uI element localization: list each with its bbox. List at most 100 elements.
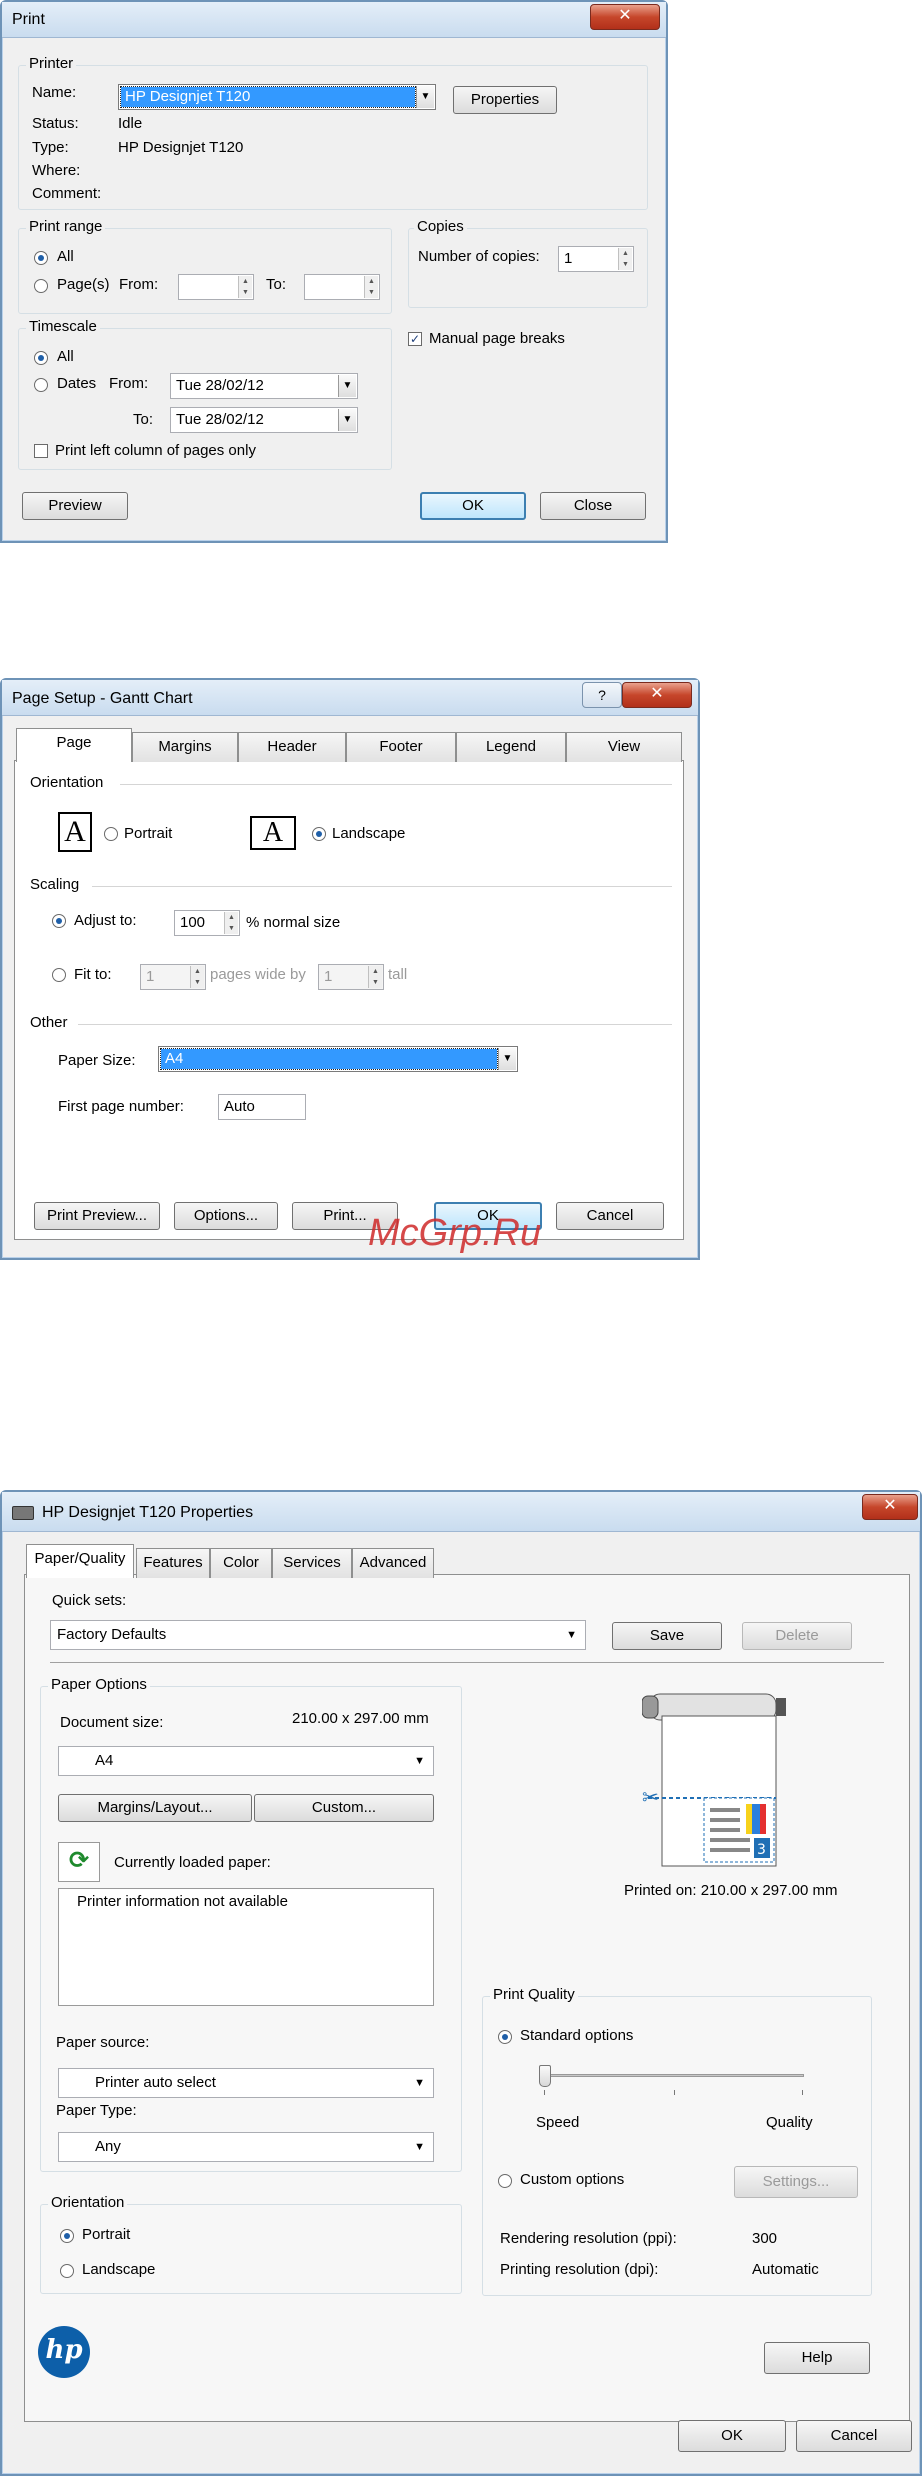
range-to-input[interactable]: ▲ ▼ [304, 274, 380, 300]
tab-page[interactable]: Page [16, 728, 132, 762]
settings-button[interactable]: Settings... [734, 2166, 858, 2198]
tall-label: tall [388, 966, 408, 983]
quick-sets-label: Quick sets: [52, 1592, 127, 1609]
timescale-dates-radio[interactable] [34, 378, 48, 392]
fit-to-label: Fit to: [74, 966, 112, 983]
chevron-down-icon[interactable]: ▼ [416, 86, 434, 108]
properties-close-button[interactable]: ✕ [862, 1494, 918, 1520]
properties-button[interactable]: Properties [453, 86, 557, 114]
tab-margins[interactable]: Margins [132, 732, 238, 762]
landscape-icon: A [250, 816, 296, 850]
timescale-dates-label: Dates [57, 375, 97, 392]
range-from-input[interactable]: ▲ ▼ [178, 274, 254, 300]
printer-name-value: HP Designjet T120 [120, 86, 416, 108]
paper-type-select[interactable]: Any ▼ [58, 2132, 434, 2162]
quality-slider-thumb[interactable] [539, 2065, 551, 2087]
spinner-icon[interactable]: ▲ ▼ [224, 912, 238, 934]
paper-size-select[interactable]: A4 ▼ [158, 1046, 518, 1072]
chevron-down-icon: ▼ [414, 1755, 425, 1767]
printer-group-label: Printer [26, 55, 77, 72]
spinner-icon[interactable]: ▲ ▼ [618, 248, 632, 270]
svg-text:3: 3 [757, 1842, 766, 1858]
tab-features[interactable]: Features [136, 1548, 210, 1578]
delete-button[interactable]: Delete [742, 1622, 852, 1650]
help-button[interactable]: Help [764, 2342, 870, 2374]
printer-name-select[interactable]: HP Designjet T120 ▼ [118, 84, 436, 110]
adjust-to-input[interactable]: 100 ▲ ▼ [174, 910, 240, 936]
range-pages-radio[interactable] [34, 279, 48, 293]
page-setup-close-button[interactable]: ✕ [622, 682, 692, 708]
chevron-down-icon[interactable]: ▼ [338, 375, 356, 397]
page-setup-title: Page Setup - Gantt Chart [12, 690, 193, 707]
tab-view[interactable]: View [566, 732, 682, 762]
document-size-select-value: A4 [95, 1752, 114, 1769]
spinner-icon[interactable]: ▲ ▼ [238, 276, 252, 298]
document-size-value: 210.00 x 297.00 mm [292, 1710, 429, 1727]
spinner-icon[interactable]: ▲ ▼ [190, 966, 204, 988]
quick-sets-value: Factory Defaults [57, 1626, 167, 1643]
properties-cancel-button[interactable]: Cancel [796, 2420, 912, 2452]
tab-services[interactable]: Services [272, 1548, 352, 1578]
timescale-to-input[interactable]: Tue 28/02/12 ▼ [170, 407, 358, 433]
properties-titlebar: HP Designjet T120 Properties ✕ [2, 1492, 920, 1532]
landscape-radio[interactable] [312, 827, 326, 841]
chevron-down-icon[interactable]: ▼ [338, 409, 356, 431]
landscape-radio[interactable] [60, 2264, 74, 2278]
paper-source-select[interactable]: Printer auto select ▼ [58, 2068, 434, 2098]
timescale-from-input[interactable]: Tue 28/02/12 ▼ [170, 373, 358, 399]
spinner-icon[interactable]: ▲ ▼ [368, 966, 382, 988]
page-setup-cancel-button[interactable]: Cancel [556, 1202, 664, 1230]
refresh-icon[interactable]: ⟳ [58, 1842, 100, 1882]
status-value: Idle [118, 115, 143, 132]
custom-button[interactable]: Custom... [254, 1794, 434, 1822]
paper-source-value: Printer auto select [95, 2074, 216, 2091]
left-column-checkbox[interactable] [34, 444, 48, 458]
manual-page-breaks-checkbox[interactable]: ✓ [408, 332, 422, 346]
save-button[interactable]: Save [612, 1622, 722, 1650]
tab-legend[interactable]: Legend [456, 732, 566, 762]
wide-input[interactable]: 1 ▲ ▼ [140, 964, 206, 990]
print-preview-button[interactable]: Print Preview... [34, 1202, 160, 1230]
ok-button[interactable]: OK [420, 492, 526, 520]
copies-input[interactable]: 1 ▲ ▼ [558, 246, 634, 272]
tab-header[interactable]: Header [238, 732, 346, 762]
portrait-radio[interactable] [60, 2229, 74, 2243]
options-button[interactable]: Options... [174, 1202, 278, 1230]
quality-label: Quality [766, 2114, 813, 2131]
document-size-select[interactable]: A4 ▼ [58, 1746, 434, 1776]
tab-advanced[interactable]: Advanced [352, 1548, 434, 1578]
close-button[interactable]: Close [540, 492, 646, 520]
type-label: Type: [32, 139, 69, 156]
properties-ok-button[interactable]: OK [678, 2420, 786, 2452]
fit-to-radio[interactable] [52, 968, 66, 982]
preview-button[interactable]: Preview [22, 492, 128, 520]
first-page-input[interactable]: Auto [218, 1094, 306, 1120]
range-all-radio[interactable] [34, 251, 48, 265]
rendering-value: 300 [752, 2230, 778, 2247]
print-close-button[interactable]: ✕ [590, 4, 660, 30]
tall-input[interactable]: 1 ▲ ▼ [318, 964, 384, 990]
margins-layout-button[interactable]: Margins/Layout... [58, 1794, 252, 1822]
portrait-label: Portrait [82, 2226, 131, 2243]
tab-footer[interactable]: Footer [346, 732, 456, 762]
quick-sets-select[interactable]: Factory Defaults ▼ [50, 1620, 586, 1650]
standard-options-label: Standard options [520, 2027, 634, 2044]
portrait-radio[interactable] [104, 827, 118, 841]
custom-options-radio[interactable] [498, 2174, 512, 2188]
print-range-label: Print range [26, 218, 106, 235]
standard-options-radio[interactable] [498, 2030, 512, 2044]
paper-options-label: Paper Options [48, 1676, 150, 1693]
quality-slider-track[interactable] [539, 2065, 804, 2087]
help-icon[interactable]: ? [582, 682, 622, 708]
chevron-down-icon[interactable]: ▼ [498, 1048, 516, 1070]
adjust-to-radio[interactable] [52, 914, 66, 928]
loaded-paper-label: Currently loaded paper: [114, 1854, 271, 1871]
scaling-separator [92, 886, 672, 887]
loaded-paper-info-box: Printer information not available [58, 1888, 434, 2006]
range-from-label: From: [119, 276, 159, 293]
spinner-icon[interactable]: ▲ ▼ [364, 276, 378, 298]
tab-paper-quality[interactable]: Paper/Quality [26, 1544, 134, 1578]
timescale-all-radio[interactable] [34, 351, 48, 365]
tab-color[interactable]: Color [210, 1548, 272, 1578]
rendering-label: Rendering resolution (ppi): [500, 2230, 677, 2247]
